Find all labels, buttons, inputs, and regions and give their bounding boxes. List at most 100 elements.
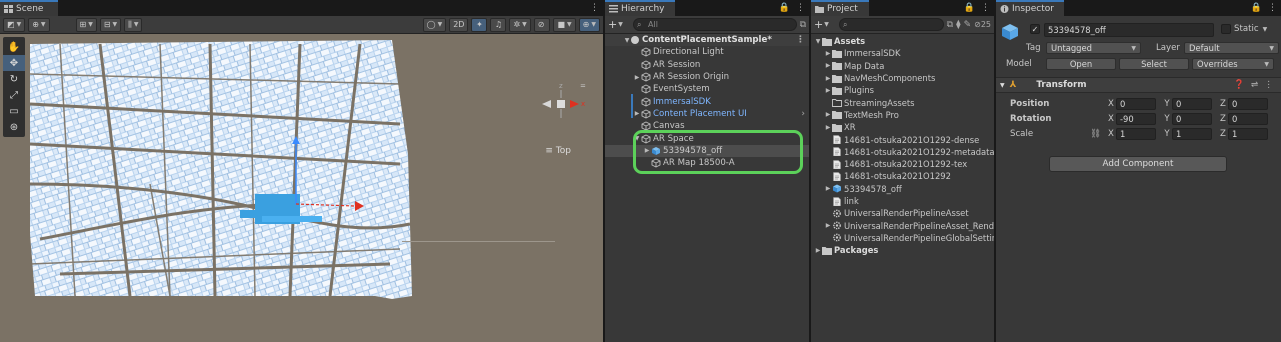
position-z-field[interactable]: 0 xyxy=(1228,98,1268,110)
project-item[interactable]: ▶ TextMesh Pro xyxy=(811,109,994,121)
lock-icon[interactable]: 🔒 xyxy=(964,3,975,13)
project-item[interactable]: 14681-otsuka2021O1292-metadata xyxy=(811,146,994,158)
scene-viewport[interactable]: z x = ≡ Top xyxy=(0,34,603,342)
active-checkbox[interactable]: ✓ xyxy=(1030,24,1040,34)
chevron-right-icon[interactable]: ▶ xyxy=(824,124,832,131)
project-item[interactable]: 14681-otsuka2021O1292-dense xyxy=(811,133,994,145)
project-item[interactable]: 14681-otsuka2021O1292 xyxy=(811,170,994,182)
link-icon[interactable]: ⛓ xyxy=(1090,129,1106,139)
2d-toggle[interactable]: 2D xyxy=(449,17,469,32)
chevron-right-icon[interactable]: ▶ xyxy=(824,50,832,57)
lock-icon[interactable]: 🔒 xyxy=(1251,3,1262,13)
position-x-field[interactable]: 0 xyxy=(1116,98,1156,110)
project-item[interactable]: UniversalRenderPipelineAsset xyxy=(811,207,994,219)
kebab-icon[interactable]: ⋮ xyxy=(981,3,990,13)
scale-z-field[interactable]: 1 xyxy=(1228,128,1268,140)
chevron-right-icon[interactable]: › xyxy=(801,109,805,119)
chevron-down-icon[interactable]: ▼ xyxy=(1000,82,1005,89)
project-item[interactable]: ▼ Assets xyxy=(811,35,994,47)
chevron-right-icon[interactable]: ▶ xyxy=(824,222,832,229)
favorite-icon[interactable]: ✎ xyxy=(964,20,972,30)
rotate-tool-button[interactable]: ↻ xyxy=(3,71,25,87)
grid-snap-dropdown[interactable]: ⊞ ▼ xyxy=(75,17,97,32)
project-tab[interactable]: Project xyxy=(811,0,869,16)
chevron-down-icon[interactable]: ▼ xyxy=(814,38,822,45)
open-button[interactable]: Open xyxy=(1046,58,1116,70)
lighting-toggle[interactable]: ✦ xyxy=(471,17,488,32)
hierarchy-item[interactable]: EventSystem xyxy=(605,83,809,95)
project-item[interactable]: ▶ XR xyxy=(811,121,994,133)
layer-dropdown[interactable]: Default ▼ xyxy=(1184,42,1279,54)
kebab-icon[interactable]: ⋮ xyxy=(796,35,805,45)
project-item[interactable]: ▶ ImmersalSDK xyxy=(811,47,994,59)
object-name-field[interactable]: 53394578_off xyxy=(1044,23,1214,37)
project-item[interactable]: ▶ Packages xyxy=(811,244,994,256)
create-asset-button[interactable]: + ▼ xyxy=(814,18,836,31)
overrides-dropdown[interactable]: Overrides ▼ xyxy=(1192,58,1274,70)
project-item[interactable]: link xyxy=(811,195,994,207)
view-label[interactable]: ≡ Top xyxy=(545,146,571,156)
project-item[interactable]: ▶ 53394578_off xyxy=(811,183,994,195)
chevron-down-icon[interactable]: ▼ xyxy=(1263,26,1268,33)
scale-snap-dropdown[interactable]: ⫼ ▼ xyxy=(124,17,143,32)
position-y-field[interactable]: 0 xyxy=(1172,98,1212,110)
shading-mode-dropdown[interactable]: ◯ ▼ xyxy=(422,17,447,32)
effects-dropdown[interactable]: ✲ ▼ xyxy=(509,17,531,32)
scene-tab-menu[interactable]: ⋮ xyxy=(590,3,599,13)
preset-icon[interactable]: ⇌ xyxy=(1251,80,1258,90)
create-button[interactable]: + ▼ xyxy=(608,18,630,31)
scene-root-row[interactable]: ▼ ContentPlacementSample* ⋮ xyxy=(605,34,809,47)
chevron-right-icon[interactable]: ▶ xyxy=(633,74,641,81)
chevron-right-icon[interactable]: ▶ xyxy=(633,110,641,117)
hierarchy-search-input[interactable]: ⌕ All xyxy=(633,18,797,31)
move-tool-button[interactable]: ✥ xyxy=(3,55,25,71)
project-item[interactable]: ▶ Map Data xyxy=(811,60,994,72)
chevron-right-icon[interactable]: ▶ xyxy=(824,185,832,192)
camera-dropdown[interactable]: ■ ▼ xyxy=(553,17,576,32)
filter-icon[interactable]: ⧉ xyxy=(800,20,806,30)
chevron-right-icon[interactable]: ▶ xyxy=(824,62,832,69)
global-dropdown[interactable]: ⊕ ▼ xyxy=(28,17,50,32)
hidden-packages-toggle[interactable]: ⊘25 xyxy=(974,20,991,29)
transform-tool-button[interactable]: ⊛ xyxy=(3,119,25,135)
help-icon[interactable]: ❓ xyxy=(1234,80,1245,90)
lock-icon[interactable]: 🔒 xyxy=(779,3,790,13)
chevron-right-icon[interactable]: ▶ xyxy=(824,75,832,82)
project-item[interactable]: ▶ NavMeshComponents xyxy=(811,72,994,84)
project-item[interactable]: 14681-otsuka2021O1292-tex xyxy=(811,158,994,170)
gizmos-dropdown[interactable]: ⊕ ▼ xyxy=(578,17,600,32)
scale-y-field[interactable]: 1 xyxy=(1172,128,1212,140)
project-item[interactable]: UniversalRenderPipelineGlobalSettings xyxy=(811,232,994,244)
rotation-z-field[interactable]: 0 xyxy=(1228,113,1268,125)
rotation-y-field[interactable]: 0 xyxy=(1172,113,1212,125)
hand-tool-button[interactable]: ✋ xyxy=(3,39,25,55)
project-item[interactable]: ▶ Plugins xyxy=(811,84,994,96)
hierarchy-item[interactable]: ▶ Content Placement UI › xyxy=(605,108,809,120)
scale-tool-button[interactable]: ⤢ xyxy=(3,87,25,103)
hierarchy-item[interactable]: ImmersalSDK xyxy=(605,95,809,107)
snap-increment-dropdown[interactable]: ⊟ ▼ xyxy=(99,17,122,32)
hierarchy-item[interactable]: AR Session xyxy=(605,59,809,71)
hidden-objects-toggle[interactable]: ⊘ xyxy=(533,17,551,32)
project-item[interactable]: ▶ UniversalRenderPipelineAsset_Renderer xyxy=(811,219,994,231)
chevron-down-icon[interactable]: ▼ xyxy=(623,37,631,44)
hierarchy-item[interactable]: Directional Light xyxy=(605,46,809,58)
static-checkbox[interactable] xyxy=(1221,24,1231,34)
kebab-icon[interactable]: ⋮ xyxy=(1264,80,1273,90)
kebab-icon[interactable]: ⋮ xyxy=(796,3,805,13)
chevron-right-icon[interactable]: ▶ xyxy=(824,111,832,118)
hierarchy-item[interactable]: ▶ AR Session Origin xyxy=(605,71,809,83)
rotation-x-field[interactable]: -90 xyxy=(1116,113,1156,125)
scale-x-field[interactable]: 1 xyxy=(1116,128,1156,140)
filter-type-icon[interactable]: ⧉ xyxy=(947,20,953,30)
orientation-gizmo[interactable]: z x = xyxy=(537,78,587,128)
audio-toggle[interactable]: ♫ xyxy=(490,17,507,32)
hierarchy-tab[interactable]: Hierarchy xyxy=(605,0,675,16)
select-button[interactable]: Select xyxy=(1119,58,1189,70)
inspector-tab[interactable]: Inspector xyxy=(996,0,1064,16)
rect-tool-button[interactable]: ▭ xyxy=(3,103,25,119)
scene-tab[interactable]: Scene xyxy=(0,0,58,16)
transform-header[interactable]: ▼ ⅄ Transform ❓ ⇌ ⋮ xyxy=(996,77,1281,93)
project-item[interactable]: StreamingAssets xyxy=(811,96,994,108)
project-search-input[interactable]: ⌕ xyxy=(839,18,944,31)
